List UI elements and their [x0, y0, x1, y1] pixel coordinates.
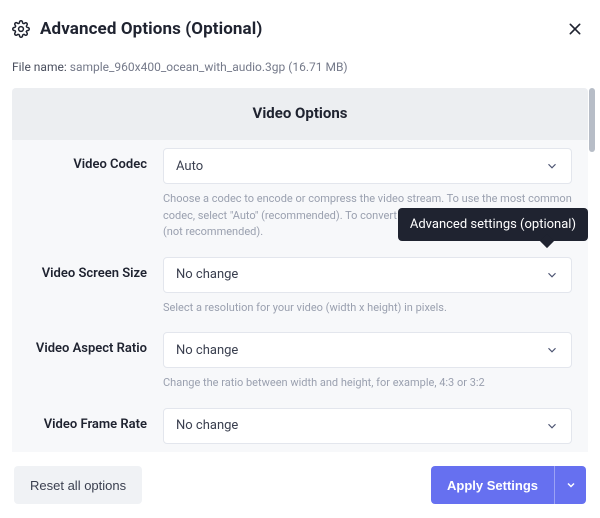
field-label: Video Screen Size — [28, 257, 163, 281]
scrollbar-thumb[interactable] — [589, 88, 595, 152]
file-name-value: sample_960x400_ocean_with_audio.3gp — [70, 60, 286, 74]
field-help: Select a resolution for your video (widt… — [163, 300, 572, 317]
close-icon — [567, 21, 583, 37]
field-video-screen-size: Video Screen Size No change Select a res… — [12, 247, 588, 323]
chevron-down-icon — [545, 159, 559, 173]
dialog-footer: Reset all options Apply Settings — [12, 452, 588, 504]
file-name-line: File name: sample_960x400_ocean_with_aud… — [12, 60, 588, 74]
field-label: Video Codec — [28, 148, 163, 172]
file-size-value: (16.71 MB) — [288, 60, 347, 74]
section-title: Video Options — [12, 88, 588, 140]
video-options-panel: Video Options Video Codec Auto Choose a … — [12, 88, 588, 452]
advanced-options-dialog: Advanced Options (Optional) File name: s… — [0, 0, 600, 518]
video-aspect-ratio-select[interactable]: No change — [163, 332, 572, 368]
field-video-aspect-ratio: Video Aspect Ratio No change Change the … — [12, 322, 588, 398]
field-help: Choose a codec to encode or compress the… — [163, 191, 572, 241]
apply-settings-dropdown[interactable] — [554, 466, 586, 504]
field-video-frame-rate: Video Frame Rate No change Change FPS (f… — [12, 398, 588, 453]
gear-icon — [12, 20, 30, 38]
video-screen-size-select[interactable]: No change — [163, 257, 572, 293]
chevron-down-icon — [545, 268, 559, 282]
dialog-header: Advanced Options (Optional) — [12, 18, 588, 46]
field-label: Video Frame Rate — [28, 408, 163, 432]
options-scroll-area: Video Options Video Codec Auto Choose a … — [12, 88, 588, 452]
chevron-down-icon — [545, 419, 559, 433]
reset-all-button[interactable]: Reset all options — [14, 466, 142, 504]
apply-button-group: Apply Settings — [431, 466, 586, 504]
chevron-down-icon — [565, 479, 577, 491]
video-frame-rate-select[interactable]: No change — [163, 408, 572, 444]
select-value: No change — [176, 343, 545, 358]
select-value: No change — [176, 267, 545, 282]
file-name-label: File name: — [12, 60, 67, 74]
apply-settings-button[interactable]: Apply Settings — [431, 466, 554, 504]
video-codec-select[interactable]: Auto — [163, 148, 572, 184]
select-value: Auto — [176, 159, 545, 174]
field-help: Change the ratio between width and heigh… — [163, 375, 572, 392]
field-help: Change FPS (frames per second) of video — [163, 451, 572, 453]
field-video-codec: Video Codec Auto Choose a codec to encod… — [12, 140, 588, 247]
select-value: No change — [176, 418, 545, 433]
chevron-down-icon — [545, 343, 559, 357]
field-label: Video Aspect Ratio — [28, 332, 163, 356]
dialog-title: Advanced Options (Optional) — [40, 19, 564, 39]
close-button[interactable] — [564, 18, 586, 40]
